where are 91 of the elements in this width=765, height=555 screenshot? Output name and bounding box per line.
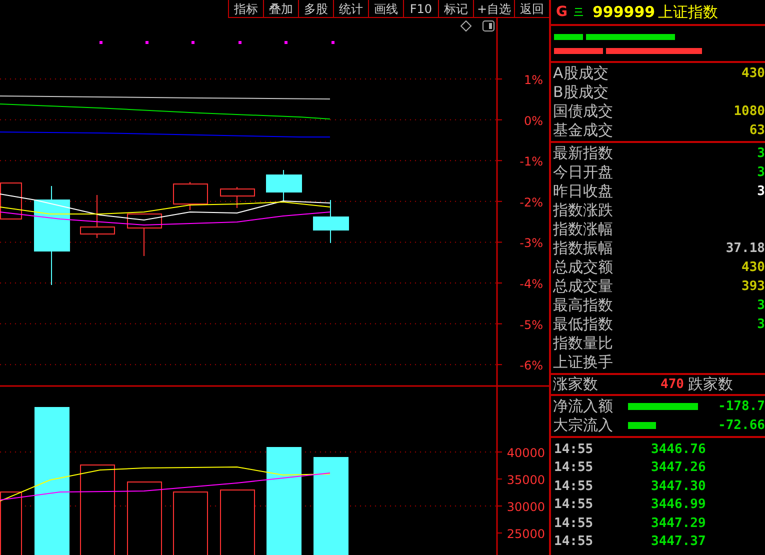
stat-label: B股成交 — [553, 83, 608, 102]
axis-tick — [496, 478, 502, 480]
stat-value: 37.18 — [726, 241, 765, 256]
stat-label: 最低指数 — [553, 315, 613, 334]
toolbar-button[interactable]: 统计 — [332, 0, 368, 18]
tick-time: 14:55 — [553, 442, 594, 457]
tick-price: 3447.37 — [651, 534, 706, 550]
axis-label: -3% — [520, 236, 543, 250]
stat-value: 63 — [749, 123, 765, 138]
tick-price: 3447.30 — [651, 478, 706, 494]
stat-label: 指数涨幅 — [553, 220, 613, 239]
axis-tick — [496, 119, 502, 120]
tick-time: 14:55 — [553, 497, 594, 512]
toolbar-button[interactable]: 多股 — [298, 0, 333, 18]
axis-tick — [496, 532, 502, 534]
axis-tick — [496, 78, 502, 80]
diamond-icon[interactable] — [460, 20, 472, 32]
stat-label: 指数振幅 — [553, 239, 613, 258]
tick-time: 14:55 — [553, 460, 594, 476]
axis-label: 35000 — [506, 473, 545, 487]
stock-name: 上证指数 — [658, 2, 718, 22]
stat-value: 430 — [742, 66, 765, 81]
candle — [173, 182, 208, 210]
tick-price: 3446.76 — [651, 442, 706, 457]
tick-price: 3446.99 — [651, 497, 706, 512]
candle — [266, 170, 302, 202]
stat-label: 最新指数 — [553, 144, 613, 163]
axis-label: -6% — [520, 358, 543, 373]
stat-value: 3 — [757, 165, 765, 180]
stat-label: 最高指数 — [553, 296, 613, 315]
toolbar-button[interactable]: 指标 — [228, 0, 263, 18]
market-marker: G — [556, 4, 568, 20]
stat-label: 大宗流入 — [553, 416, 613, 435]
axis-label: -4% — [520, 277, 543, 291]
flow-value: -72.66 — [718, 418, 765, 433]
toolbar-button[interactable]: 返回 — [514, 0, 549, 18]
stat-value: 3 — [757, 298, 765, 313]
stat-label: 总成交额 — [553, 258, 613, 277]
tick-time: 14:55 — [553, 478, 594, 494]
axis-tick — [496, 323, 502, 324]
stat-value: 3 — [757, 146, 765, 161]
toolbar-button[interactable]: F10 — [402, 0, 438, 18]
menu-icon[interactable] — [574, 7, 582, 17]
stat-label: 涨家数 — [553, 375, 598, 394]
tick-time: 14:55 — [553, 516, 594, 531]
axis-label: -5% — [520, 318, 543, 332]
toolbar-button[interactable]: 标记 — [438, 0, 473, 18]
advancing-count: 470 — [660, 377, 684, 392]
stat-label: 跌家数 — [688, 375, 733, 394]
axis-label: 25000 — [506, 527, 545, 541]
stock-code: 999999 — [592, 3, 656, 21]
flow-bar — [628, 403, 698, 410]
axis-tick — [496, 364, 502, 366]
toggle-icon[interactable] — [482, 20, 494, 32]
candle — [220, 186, 255, 208]
stat-value: 3 — [757, 317, 765, 332]
tick-price: 3447.29 — [651, 516, 706, 531]
axis-tick — [496, 160, 502, 162]
axis-tick — [496, 200, 502, 202]
stat-value: 1080 — [734, 104, 765, 119]
candle — [313, 200, 349, 244]
tick-time: 14:55 — [553, 534, 594, 550]
axis-label: -2% — [520, 195, 543, 210]
stat-value: 393 — [742, 279, 765, 294]
axis-tick — [496, 242, 502, 243]
stat-label: 今日开盘 — [553, 163, 613, 182]
candle — [80, 194, 115, 238]
stat-value: 430 — [742, 260, 765, 275]
candle — [127, 214, 162, 256]
toolbar-button[interactable]: 画线 — [368, 0, 403, 18]
stat-label: 总成交量 — [553, 277, 613, 296]
stat-label: 昨日收盘 — [553, 182, 613, 201]
stat-value: 3 — [757, 184, 765, 199]
stat-label: 上证换手 — [553, 353, 613, 372]
axis-label: 40000 — [506, 446, 545, 460]
axis-label: 1% — [524, 73, 543, 87]
tick-price: 3447.26 — [651, 460, 706, 476]
toolbar-button[interactable]: 叠加 — [262, 0, 298, 18]
stat-label: 国债成交 — [553, 102, 613, 121]
stat-label: 净流入额 — [553, 397, 613, 416]
toolbar-button[interactable]: +自选 — [472, 0, 514, 18]
axis-label: 0% — [524, 114, 543, 128]
flow-bar — [628, 422, 656, 429]
axis-tick — [496, 282, 502, 284]
flow-value: -178.7 — [718, 399, 765, 414]
axis-label: 30000 — [506, 500, 545, 514]
stat-label: 指数量比 — [553, 334, 613, 353]
axis-label: -1% — [520, 154, 543, 169]
stat-label: 指数涨跌 — [553, 201, 613, 220]
stat-label: 基金成交 — [553, 121, 613, 140]
stat-label: A股成交 — [553, 64, 608, 83]
